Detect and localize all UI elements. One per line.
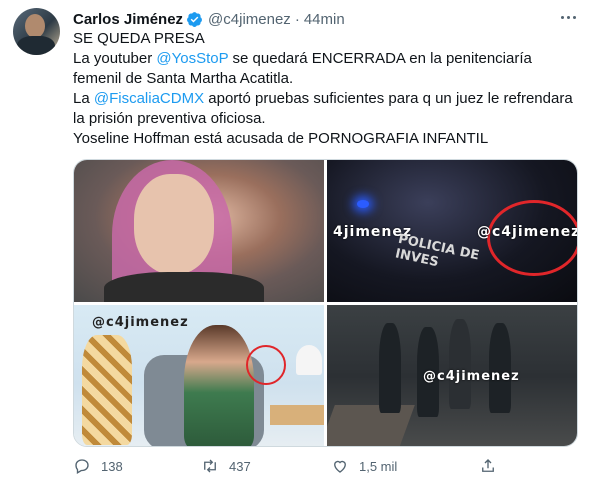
share-icon (482, 459, 494, 472)
action-bar: 138 437 1,5 mil (73, 453, 503, 479)
more-dot (566, 15, 570, 19)
tweet-line: SE QUEDA PRESA (73, 29, 583, 49)
watermark-text: @c4jimenez (423, 369, 520, 384)
media-photo-4[interactable]: @c4jimenez (327, 305, 577, 446)
watermark-text: @c4jimenez (92, 315, 189, 330)
tweet-line: La youtuber @YosStoP se quedará ENCERRAD… (73, 49, 583, 89)
author-handle[interactable]: @c4jimenez (208, 11, 291, 28)
photo-woman (184, 325, 254, 446)
like-icon (334, 460, 346, 473)
highlight-circle (246, 345, 286, 385)
photo-shelf (270, 405, 324, 425)
retweet-button[interactable]: 437 (201, 453, 251, 479)
photo-lamp (296, 345, 322, 375)
verified-badge-icon (187, 11, 202, 27)
tweet-line: La @FiscaliaCDMX aportó pruebas suficien… (73, 89, 583, 129)
tweet-text-segment: SE QUEDA PRESA (73, 30, 205, 47)
photo-giraffe (82, 335, 132, 445)
mention-link[interactable]: @FiscaliaCDMX (94, 90, 204, 107)
retweet-icon (204, 459, 216, 473)
like-count: 1,5 mil (359, 458, 398, 474)
watermark-text: @c4jimenez (477, 224, 578, 240)
photo-person (489, 323, 511, 413)
reply-button[interactable]: 138 (73, 453, 123, 479)
reply-icon (75, 459, 89, 474)
media-photo-3[interactable]: @c4jimenez (74, 305, 324, 446)
separator-dot: · (294, 10, 300, 28)
avatar[interactable] (13, 8, 60, 55)
media-grid: 4jimenez POLICIA DE INVES @c4jimenez @c4… (73, 159, 578, 447)
share-button[interactable] (479, 453, 497, 479)
photo-ground (327, 405, 415, 446)
tweet-text-segment: Yoseline Hoffman está acusada de PORNOGR… (73, 130, 489, 147)
like-button[interactable]: 1,5 mil (331, 453, 397, 479)
photo-person (379, 323, 401, 413)
media-photo-1[interactable] (74, 160, 324, 302)
tweet-text-segment: La (73, 90, 94, 107)
more-dot (572, 15, 576, 19)
tweet-card[interactable]: Carlos Jiménez @c4jimenez · 44min SE QUE… (0, 0, 594, 485)
tweet-text-segment: La youtuber (73, 50, 157, 67)
photo-shirt (104, 272, 264, 302)
tweet-header: Carlos Jiménez @c4jimenez · 44min (73, 8, 345, 30)
tweet-time[interactable]: 44min (304, 11, 345, 28)
tweet-line: Yoseline Hoffman está acusada de PORNOGR… (73, 129, 583, 149)
photo-person (449, 319, 471, 409)
author-name[interactable]: Carlos Jiménez (73, 11, 183, 28)
reply-count: 138 (101, 458, 123, 474)
mention-link[interactable]: @YosStoP (156, 50, 228, 67)
tweet-text: SE QUEDA PRESA La youtuber @YosStoP se q… (73, 29, 583, 149)
media-photo-2[interactable]: 4jimenez POLICIA DE INVES @c4jimenez (327, 160, 578, 302)
avatar-face (25, 14, 45, 38)
avatar-body (17, 36, 55, 55)
retweet-count: 437 (229, 458, 251, 474)
more-dot (560, 15, 564, 19)
police-light (357, 200, 369, 208)
photo-face (134, 174, 214, 274)
more-options-icon[interactable] (553, 6, 583, 28)
